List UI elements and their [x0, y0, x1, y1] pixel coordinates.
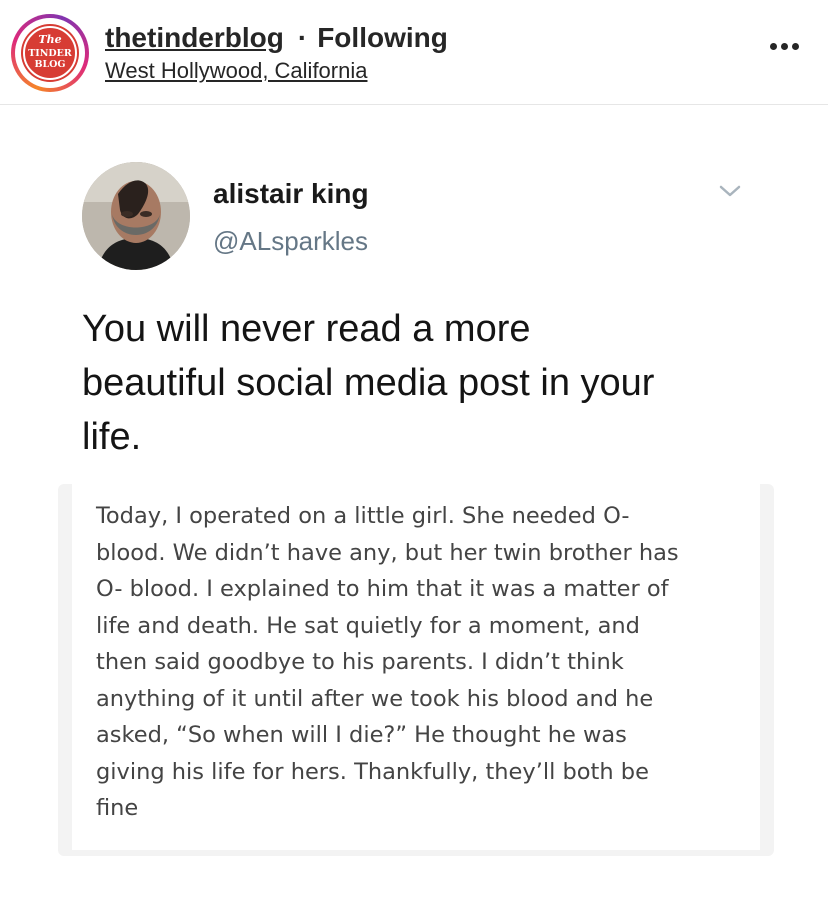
- quoted-post-line: blood. We didn’t have any, but her twin …: [96, 539, 679, 566]
- quoted-post-line: O- blood. I explained to him that it was…: [96, 576, 669, 602]
- quoted-post-card: Today, I operated on a little girl. She …: [72, 484, 760, 850]
- svg-text:BLOG: BLOG: [34, 59, 65, 70]
- quoted-post-line: life and death. He sat quietly for a mom…: [96, 612, 640, 639]
- separator-dot: ·: [297, 22, 308, 53]
- chevron-down-icon: [718, 181, 742, 206]
- tweet-text-line: You will never read a more: [82, 308, 531, 350]
- username-link[interactable]: thetinderblog: [105, 22, 284, 54]
- tweet-author-handle: @ALsparkles: [213, 226, 369, 256]
- quoted-post-text: Today, I operated on a little girl. She …: [96, 498, 741, 827]
- quoted-post-line: Today, I operated on a little girl. She …: [96, 503, 630, 529]
- post-header: The TINDER BLOG thetinderblog · Followin…: [0, 0, 828, 105]
- quoted-post-line: giving his life for hers. Thankfully, th…: [96, 758, 649, 785]
- tweet-text-line: life.: [82, 416, 142, 458]
- location-link[interactable]: West Hollywood, California: [105, 58, 367, 84]
- quoted-post-line: anything of it until after we took his b…: [96, 685, 654, 712]
- profile-avatar-ring[interactable]: The TINDER BLOG: [11, 14, 89, 92]
- svg-text:TINDER: TINDER: [28, 48, 72, 59]
- tweet-author-name: alistair king: [213, 178, 369, 209]
- tweet-text: You will never read a more beautiful soc…: [82, 302, 782, 464]
- quoted-post-frame: Today, I operated on a little girl. She …: [58, 484, 774, 856]
- quoted-post-line: then said goodbye to his parents. I didn…: [96, 649, 624, 675]
- tinder-blog-logo: The TINDER BLOG: [21, 24, 79, 82]
- tweet-text-line: beautiful social media post in your: [82, 362, 655, 404]
- tweet-avatar-photo: [82, 162, 190, 270]
- tweet-avatar: [82, 162, 190, 270]
- logo-artwork: The TINDER BLOG: [23, 26, 77, 80]
- username-row: thetinderblog · Following: [105, 18, 448, 58]
- quoted-post-line: asked, “So when will I die?” He thought …: [96, 722, 627, 748]
- profile-avatar[interactable]: The TINDER BLOG: [15, 18, 85, 88]
- following-button[interactable]: Following: [317, 22, 448, 54]
- svg-text:The: The: [38, 33, 61, 46]
- quoted-post-line: fine: [96, 795, 139, 821]
- more-options-icon[interactable]: [760, 26, 808, 66]
